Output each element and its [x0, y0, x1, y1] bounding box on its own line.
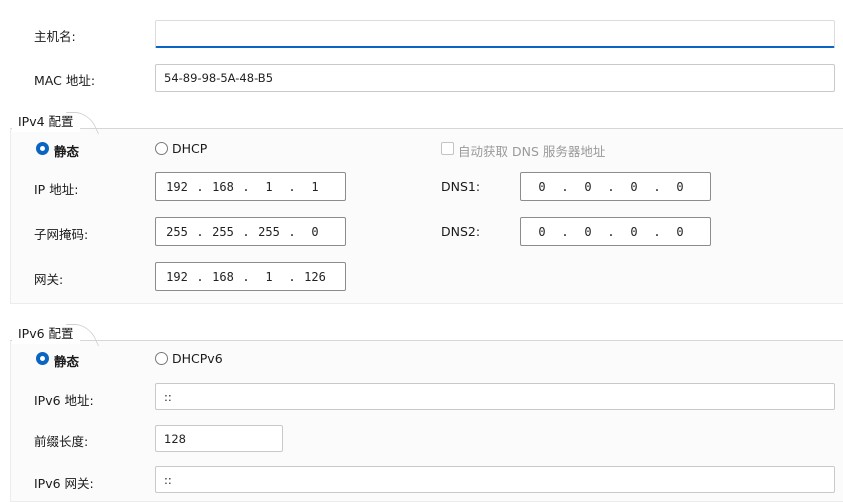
- ipv6-group-title: IPv6 配置: [12, 324, 80, 344]
- mask-input[interactable]: 255. 255. 255. 0: [155, 217, 346, 246]
- ipv6-dhcp-label: DHCPv6: [172, 351, 223, 366]
- ipv4-group: [10, 128, 843, 304]
- ipv6-gateway-input[interactable]: ::: [155, 466, 835, 493]
- ipv6-static-radio[interactable]: [36, 352, 49, 365]
- ipv4-group-title: IPv4 配置: [12, 112, 80, 132]
- ip-octet: 192: [166, 269, 188, 284]
- ip-dot: .: [561, 179, 569, 194]
- mask-label: 子网掩码:: [34, 227, 89, 242]
- ip-octet: 168: [212, 269, 234, 284]
- ip-dot: .: [561, 224, 569, 239]
- ip-octet: 255: [258, 224, 280, 239]
- ip-octet: 0: [630, 224, 638, 239]
- ip-dot: .: [653, 224, 661, 239]
- ip-dot: .: [288, 269, 296, 284]
- ipv6-static-label: 静态: [54, 354, 80, 369]
- prefix-length-input[interactable]: 128: [155, 425, 283, 452]
- ip-dot: .: [607, 224, 615, 239]
- ip-octet: 255: [212, 224, 234, 239]
- ip-octet: 255: [166, 224, 188, 239]
- ip-dot: .: [196, 269, 204, 284]
- ipv4-ip-label: IP 地址:: [34, 182, 79, 197]
- auto-dns-checkbox[interactable]: [441, 142, 454, 155]
- dns2-label: DNS2:: [441, 224, 481, 239]
- ip-octet: 0: [630, 179, 638, 194]
- ip-dot: .: [242, 224, 250, 239]
- ipv6-address-label: IPv6 地址:: [34, 393, 94, 408]
- ip-dot: .: [196, 224, 204, 239]
- ip-octet: 1: [311, 179, 319, 194]
- gateway-label: 网关:: [34, 272, 64, 287]
- gateway-input[interactable]: 192. 168. 1. 126: [155, 262, 346, 291]
- ip-dot: .: [288, 224, 296, 239]
- auto-dns-label: 自动获取 DNS 服务器地址: [458, 144, 606, 159]
- mac-label: MAC 地址:: [34, 73, 96, 88]
- ip-octet: 0: [676, 224, 684, 239]
- ipv4-dhcp-radio[interactable]: [155, 142, 168, 155]
- mac-input[interactable]: 54-89-98-5A-48-B5: [155, 64, 835, 92]
- ip-octet: 192: [166, 179, 188, 194]
- dns1-input[interactable]: 0. 0. 0. 0: [520, 172, 711, 201]
- ip-dot: .: [607, 179, 615, 194]
- ip-octet: 0: [676, 179, 684, 194]
- ip-octet: 0: [311, 224, 319, 239]
- ip-dot: .: [242, 179, 250, 194]
- ipv4-static-label: 静态: [54, 144, 80, 159]
- ip-octet: 168: [212, 179, 234, 194]
- ipv4-ip-input[interactable]: 192. 168. 1. 1: [155, 172, 346, 201]
- ipv6-address-input[interactable]: ::: [155, 383, 835, 410]
- ip-dot: .: [653, 179, 661, 194]
- ipv6-gateway-label: IPv6 网关:: [34, 476, 94, 491]
- ip-dot: .: [288, 179, 296, 194]
- ip-octet: 0: [584, 224, 592, 239]
- ipv4-dhcp-label: DHCP: [172, 141, 208, 156]
- ip-octet: 1: [265, 269, 273, 284]
- ipv4-static-radio[interactable]: [36, 142, 49, 155]
- ip-octet: 1: [265, 179, 273, 194]
- hostname-input[interactable]: [155, 20, 835, 48]
- dns1-label: DNS1:: [441, 179, 481, 194]
- dns2-input[interactable]: 0. 0. 0. 0: [520, 217, 711, 246]
- ip-octet: 126: [304, 269, 326, 284]
- ip-dot: .: [242, 269, 250, 284]
- ip-octet: 0: [584, 179, 592, 194]
- ipv6-dhcp-radio[interactable]: [155, 352, 168, 365]
- ip-octet: 0: [538, 179, 546, 194]
- ip-dot: .: [196, 179, 204, 194]
- hostname-label: 主机名:: [34, 29, 76, 44]
- ip-octet: 0: [538, 224, 546, 239]
- prefix-length-label: 前缀长度:: [34, 434, 89, 449]
